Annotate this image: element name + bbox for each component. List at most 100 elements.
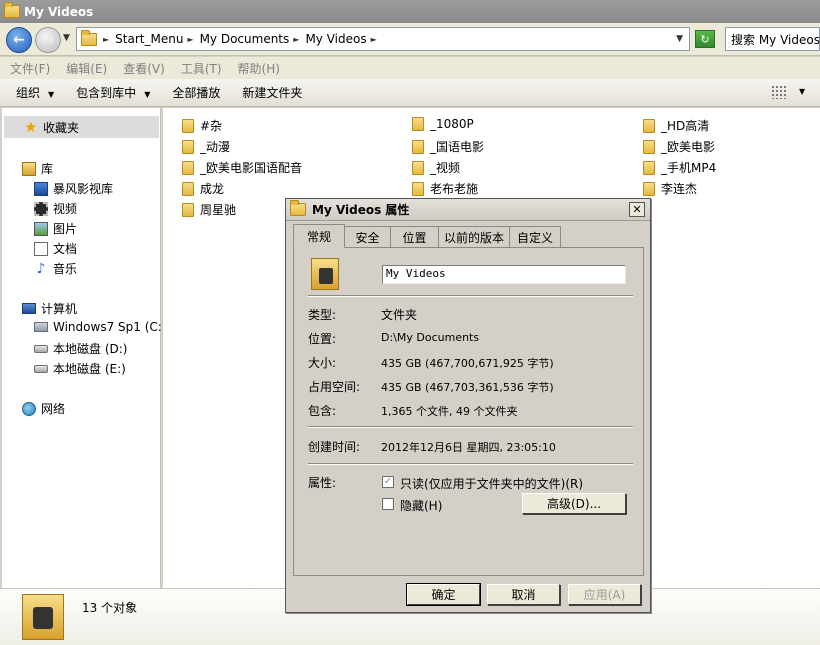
menu-view[interactable]: 查看(V) [123,60,165,77]
folder-icon [182,181,194,196]
arrow-left-icon: ← [13,32,25,48]
dialog-titlebar: My Videos 属性 ✕ [286,199,650,221]
refresh-icon: ↻ [700,32,710,46]
folder-item[interactable]: _1080P [412,117,474,131]
music-icon: ♪ [36,260,46,277]
close-button[interactable]: ✕ [629,202,645,217]
nav-lib-item[interactable]: 图片 [34,220,77,237]
folder-item[interactable]: 成龙 [182,180,224,197]
folder-item[interactable]: #杂 [182,117,222,134]
ok-button[interactable]: 确定 [406,583,481,606]
library-icon [22,161,36,176]
folder-name: _欧美电影国语配音 [200,161,303,175]
nav-favorites[interactable]: ★ 收藏夹 [4,116,159,138]
back-button[interactable]: ← [6,27,32,53]
address-bar[interactable]: ► Start_Menu ► My Documents ► My Videos … [76,27,690,51]
size-value: 435 GB (467,700,671,925 字节) [381,357,554,370]
nav-libraries[interactable]: 库 [22,160,53,177]
chevron-right-icon[interactable]: ► [371,35,377,44]
nav-lib-item[interactable]: 文档 [34,240,77,257]
folder-item[interactable]: _手机MP4 [643,159,716,176]
nav-network-label: 网络 [41,402,66,416]
tab-customize[interactable]: 自定义 [509,226,561,247]
hidden-label: 隐藏(H) [400,499,443,513]
folder-item[interactable]: 李连杰 [643,180,697,197]
play-all-button[interactable]: 全部播放 [172,84,220,101]
address-dropdown[interactable]: ▼ [676,34,683,44]
search-input[interactable]: 搜索 My Videos [725,27,820,51]
item-count: 13 个对象 [82,601,138,615]
readonly-checkbox[interactable]: ✓ [382,476,394,488]
menu-edit[interactable]: 编辑(E) [66,60,107,77]
folder-item[interactable]: 周星驰 [182,201,236,218]
chevron-right-icon[interactable]: ► [103,35,109,44]
breadcrumb-start-menu[interactable]: Start_Menu [115,32,183,46]
organize-button[interactable]: 组织 ▼ [16,84,54,101]
folder-icon [182,139,194,154]
menu-tools[interactable]: 工具(T) [181,60,222,77]
tab-previous-versions[interactable]: 以前的版本 [438,226,510,247]
general-tab-panel: My Videos 类型: 文件夹 位置: D:\My Documents 大小… [293,247,644,576]
folder-icon [412,181,424,196]
nav-network[interactable]: 网络 [22,400,65,417]
folder-item[interactable]: _国语电影 [412,138,484,155]
chevron-down-icon[interactable]: ▼ [799,87,805,96]
nav-lib-label: 图片 [53,222,78,236]
disk-size-value: 435 GB (467,703,361,536 字节) [381,381,554,394]
folder-item[interactable]: _欧美电影国语配音 [182,159,302,176]
folder-name: 周星驰 [200,203,237,217]
folder-name: 老布老施 [430,182,479,196]
size-label: 大小: [308,356,337,370]
advanced-button[interactable]: 高级(D)... [522,493,626,514]
folder-item[interactable]: _视频 [412,159,460,176]
nav-drive-c[interactable]: Windows7 Sp1 (C:) [34,320,166,334]
breadcrumb-my-videos[interactable]: My Videos [305,32,366,46]
nav-computer[interactable]: 计算机 [22,300,77,317]
created-label: 创建时间: [308,440,361,454]
apply-button[interactable]: 应用(A) [568,584,641,605]
nav-drive-e[interactable]: 本地磁盘 (E:) [34,360,126,377]
chevron-right-icon[interactable]: ► [187,35,193,44]
view-options-icon[interactable] [771,85,787,99]
folder-item[interactable]: _HD高清 [643,117,709,134]
chevron-right-icon[interactable]: ► [293,35,299,44]
nav-lib-label: 音乐 [53,262,78,276]
nav-lib-item[interactable]: ♪ 音乐 [34,260,77,277]
folder-icon [412,139,424,154]
folder-item[interactable]: _欧美电影 [643,138,715,155]
tab-general[interactable]: 常规 [293,224,345,248]
menu-file[interactable]: 文件(F) [10,60,50,77]
folder-name: _欧美电影 [661,140,716,154]
refresh-button[interactable]: ↻ [695,30,715,48]
navigation-pane: ★ 收藏夹 库 暴风影视库 视频 图片 文档 ♪ 音乐 计算机 Windows7… [2,108,166,588]
cancel-button[interactable]: 取消 [487,584,560,605]
new-folder-button[interactable]: 新建文件夹 [242,84,302,101]
nav-drive-d[interactable]: 本地磁盘 (D:) [34,340,127,357]
nav-lib-item[interactable]: 视频 [34,200,77,217]
include-library-button[interactable]: 包含到库中 ▼ [76,84,150,101]
tab-location[interactable]: 位置 [390,226,439,247]
hard-drive-icon [34,344,48,353]
nav-drive-label: Windows7 Sp1 (C:) [53,320,167,334]
nav-lib-item[interactable]: 暴风影视库 [34,180,113,197]
folder-name-input[interactable]: My Videos [382,265,626,284]
divider [308,463,633,465]
folder-name: _动漫 [200,140,231,154]
folder-item[interactable]: _动漫 [182,138,230,155]
breadcrumb-my-documents[interactable]: My Documents [200,32,290,46]
recent-pages-dropdown[interactable]: ▼ [63,33,70,43]
tab-security[interactable]: 安全 [344,226,391,247]
menu-help[interactable]: 帮助(H) [238,60,280,77]
media-folder-icon [311,258,339,290]
folder-icon [412,160,424,175]
folder-item[interactable]: 老布老施 [412,180,478,197]
chevron-down-icon: ▼ [144,90,151,99]
menu-bar: 文件(F) 编辑(E) 查看(V) 工具(T) 帮助(H) [0,57,820,79]
forward-button[interactable]: → [35,27,61,53]
folder-icon [182,118,194,133]
folder-icon [182,160,194,175]
dialog-title: My Videos 属性 [312,203,410,217]
folder-icon [81,29,97,46]
hidden-checkbox[interactable] [382,498,394,510]
folder-name: _HD高清 [661,119,710,133]
